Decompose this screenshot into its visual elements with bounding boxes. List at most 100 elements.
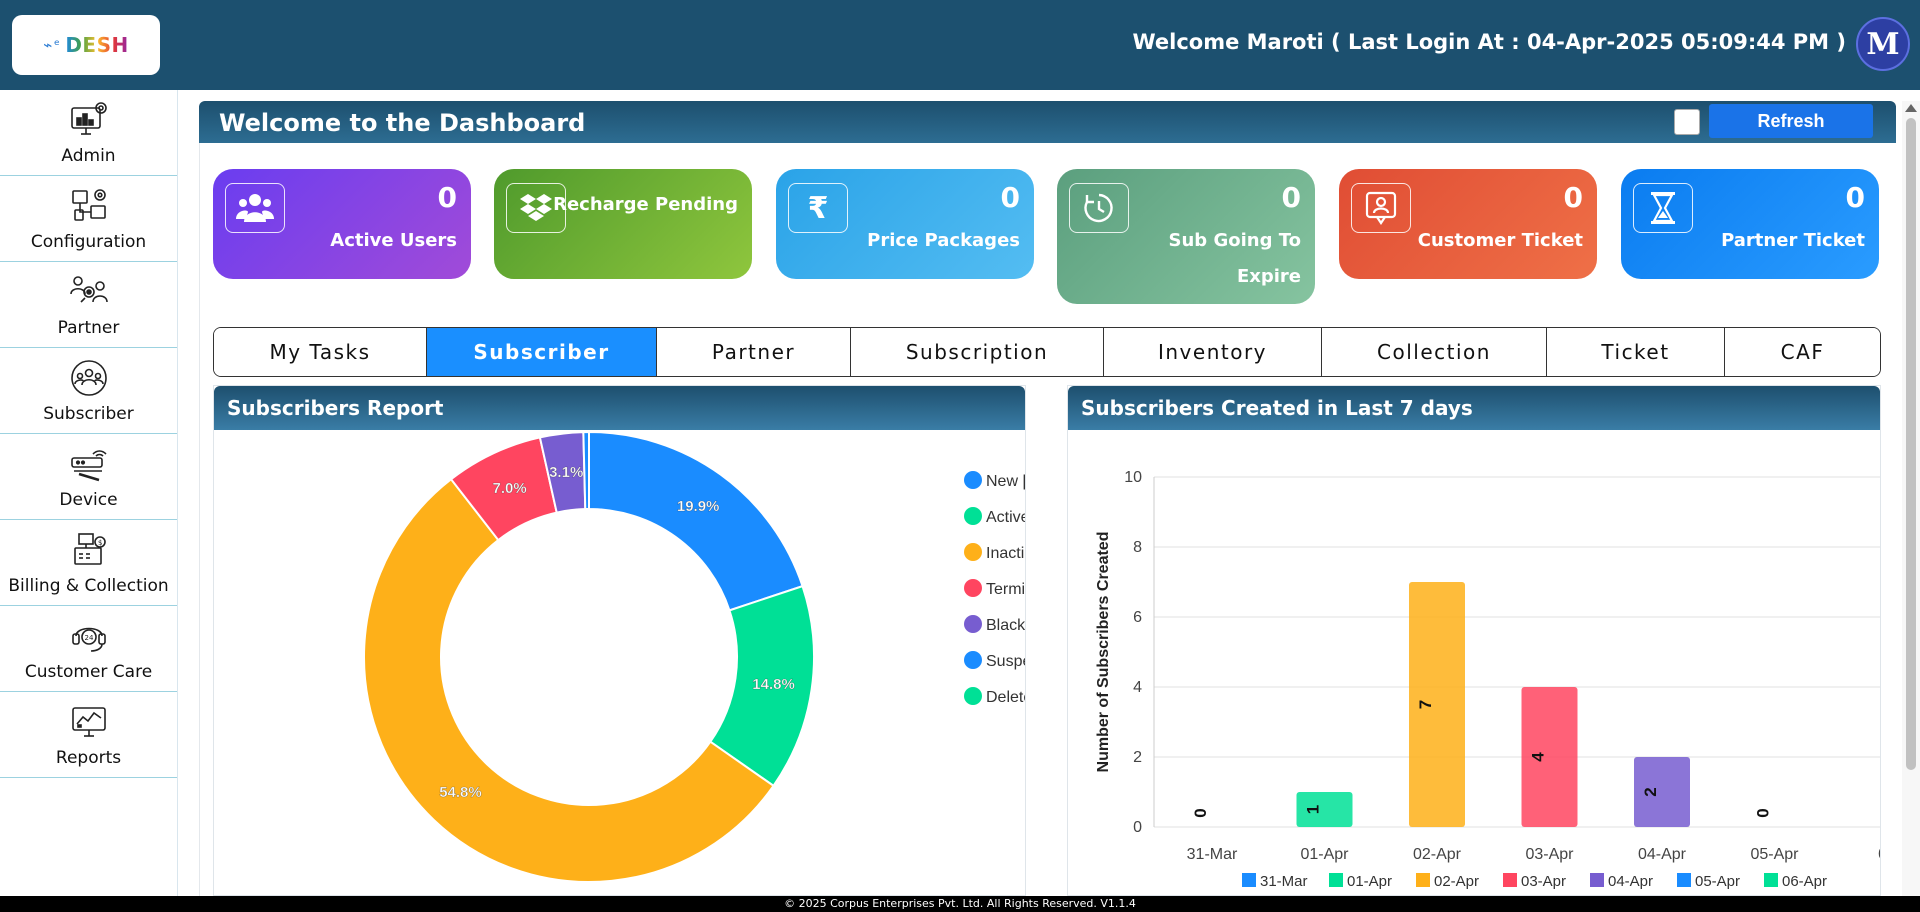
y-tick-label: 10 — [1124, 469, 1142, 486]
legend-label[interactable]: 03-Apr — [1521, 873, 1566, 890]
legend-marker[interactable] — [1416, 873, 1430, 887]
legend-label[interactable]: Delete — [986, 689, 1026, 706]
legend-label[interactable]: 06-Apr — [1782, 873, 1827, 890]
clock-refresh-icon — [1069, 183, 1129, 233]
tab-partner[interactable]: Partner — [657, 328, 851, 376]
stat-card-active-users[interactable]: 0 Active Users — [213, 169, 471, 279]
welcome-message: Welcome Maroti ( Last Login At : 04-Apr-… — [1132, 30, 1846, 54]
x-tick-label: 05-Apr — [1750, 846, 1799, 863]
admin-monitor-gear-icon — [69, 100, 109, 140]
legend-marker[interactable] — [964, 651, 982, 669]
sidebar-item-label: Customer Care — [24, 661, 153, 682]
top-header: ⌁ᵉ DESH Welcome Maroti ( Last Login At :… — [0, 0, 1920, 90]
users-icon — [225, 183, 285, 233]
tab-collection[interactable]: Collection — [1322, 328, 1547, 376]
x-tick-label: 06 — [1878, 846, 1881, 863]
legend-marker[interactable] — [964, 615, 982, 633]
legend-label[interactable]: Black — [986, 617, 1026, 634]
stat-card-recharge-pending[interactable]: Recharge Pending — [494, 169, 752, 279]
legend-label[interactable]: Suspe — [986, 653, 1026, 670]
legend-label[interactable]: 01-Apr — [1347, 873, 1392, 890]
bar-value-label: 7 — [1416, 700, 1435, 709]
donut-slice[interactable] — [588, 430, 804, 612]
y-tick-label: 8 — [1133, 539, 1142, 556]
legend-label[interactable]: 04-Apr — [1608, 873, 1653, 890]
stat-label-line1: Sub Going To — [1168, 230, 1301, 251]
legend-label[interactable]: New [ — [986, 473, 1026, 490]
y-tick-label: 4 — [1133, 679, 1142, 696]
sidebar-item-billing-collection[interactable]: $ Billing & Collection — [0, 520, 177, 606]
sidebar-item-device[interactable]: Device — [0, 434, 177, 520]
legend-marker[interactable] — [1242, 873, 1256, 887]
legend-label[interactable]: Termi — [986, 581, 1025, 598]
donut-slice[interactable] — [582, 430, 590, 511]
legend-label[interactable]: Active — [986, 509, 1026, 526]
auto-refresh-checkbox[interactable] — [1674, 109, 1700, 135]
stat-value: 0 — [1563, 181, 1583, 214]
svg-text:$: $ — [98, 539, 102, 547]
legend-marker[interactable] — [1329, 873, 1343, 887]
stat-card-partner-ticket[interactable]: 0 Partner Ticket — [1621, 169, 1879, 279]
stat-value: 0 — [1281, 181, 1301, 214]
sidebar-item-label: Configuration — [30, 231, 147, 252]
sidebar: Admin Configuration Partner Subscriber D… — [0, 90, 178, 896]
device-router-icon — [69, 444, 109, 484]
bar-value-label: 0 — [1754, 808, 1773, 817]
tab-inventory[interactable]: Inventory — [1104, 328, 1322, 376]
legend-marker[interactable] — [964, 507, 982, 525]
dashboard-tabs: My Tasks Subscriber Partner Subscription… — [213, 327, 1881, 377]
tab-subscriber[interactable]: Subscriber — [427, 328, 657, 376]
scrollbar-thumb[interactable] — [1906, 118, 1916, 770]
legend-marker[interactable] — [1590, 873, 1604, 887]
x-tick-label: 04-Apr — [1638, 846, 1687, 863]
user-avatar[interactable]: M — [1856, 17, 1910, 71]
legend-label[interactable]: Inacti — [986, 545, 1024, 562]
footer: © 2025 Corpus Enterprises Pvt. Ltd. All … — [0, 896, 1920, 912]
sidebar-item-customer-care[interactable]: 24 Customer Care — [0, 606, 177, 692]
subscriber-group-icon — [69, 358, 109, 398]
legend-label[interactable]: 02-Apr — [1434, 873, 1479, 890]
donut-slice-label: 54.8% — [439, 784, 482, 801]
subscribers-created-bar-chart: 0246810Number of Subscribers Created031-… — [1095, 469, 1881, 890]
legend-marker[interactable] — [964, 687, 982, 705]
tab-subscription[interactable]: Subscription — [851, 328, 1104, 376]
legend-label[interactable]: 05-Apr — [1695, 873, 1740, 890]
refresh-button[interactable]: Refresh — [1709, 104, 1873, 138]
tab-caf[interactable]: CAF — [1725, 328, 1880, 376]
subscribers-report-panel: Subscribers Report 19.9% 14.8% 54.8% 7.0% 3.… — [213, 385, 1026, 896]
legend-marker[interactable] — [964, 471, 982, 489]
partner-people-icon — [69, 272, 109, 312]
legend-marker[interactable] — [964, 579, 982, 597]
stat-label: Active Users — [330, 230, 457, 251]
sidebar-item-reports[interactable]: Reports — [0, 692, 177, 778]
legend-marker[interactable] — [1503, 873, 1517, 887]
legend-marker[interactable] — [1677, 873, 1691, 887]
dashboard-header: Welcome to the Dashboard Refresh — [199, 101, 1896, 143]
hourglass-icon — [1633, 183, 1693, 233]
tab-my-tasks[interactable]: My Tasks — [214, 328, 427, 376]
x-tick-label: 01-Apr — [1300, 846, 1349, 863]
stat-card-sub-going-to-expire[interactable]: 0 Sub Going To Expire — [1057, 169, 1315, 304]
y-tick-label: 6 — [1133, 609, 1142, 626]
sidebar-item-admin[interactable]: Admin — [0, 90, 177, 176]
legend-label[interactable]: 31-Mar — [1260, 873, 1308, 890]
app-logo[interactable]: ⌁ᵉ DESH — [12, 15, 160, 75]
sidebar-item-partner[interactable]: Partner — [0, 262, 177, 348]
svg-text:24: 24 — [84, 634, 93, 642]
sidebar-item-label: Subscriber — [43, 403, 134, 424]
stat-card-price-packages[interactable]: ₹ 0 Price Packages — [776, 169, 1034, 279]
stat-value: 0 — [437, 181, 457, 214]
sidebar-item-label: Billing & Collection — [8, 575, 169, 596]
sidebar-item-configuration[interactable]: Configuration — [0, 176, 177, 262]
sidebar-item-label: Reports — [55, 747, 122, 768]
tab-ticket[interactable]: Ticket — [1547, 328, 1725, 376]
legend-marker[interactable] — [1764, 873, 1778, 887]
stat-label: Price Packages — [867, 230, 1020, 251]
x-tick-label: 31-Mar — [1187, 846, 1238, 863]
scroll-up-arrow-icon[interactable] — [1905, 104, 1917, 112]
billing-register-icon: $ — [69, 530, 109, 570]
sidebar-item-subscriber[interactable]: Subscriber — [0, 348, 177, 434]
stat-card-customer-ticket[interactable]: 0 Customer Ticket — [1339, 169, 1597, 279]
subscribers-created-panel: Subscribers Created in Last 7 days 0 2 4 6 8… — [1067, 385, 1881, 896]
legend-marker[interactable] — [964, 543, 982, 561]
